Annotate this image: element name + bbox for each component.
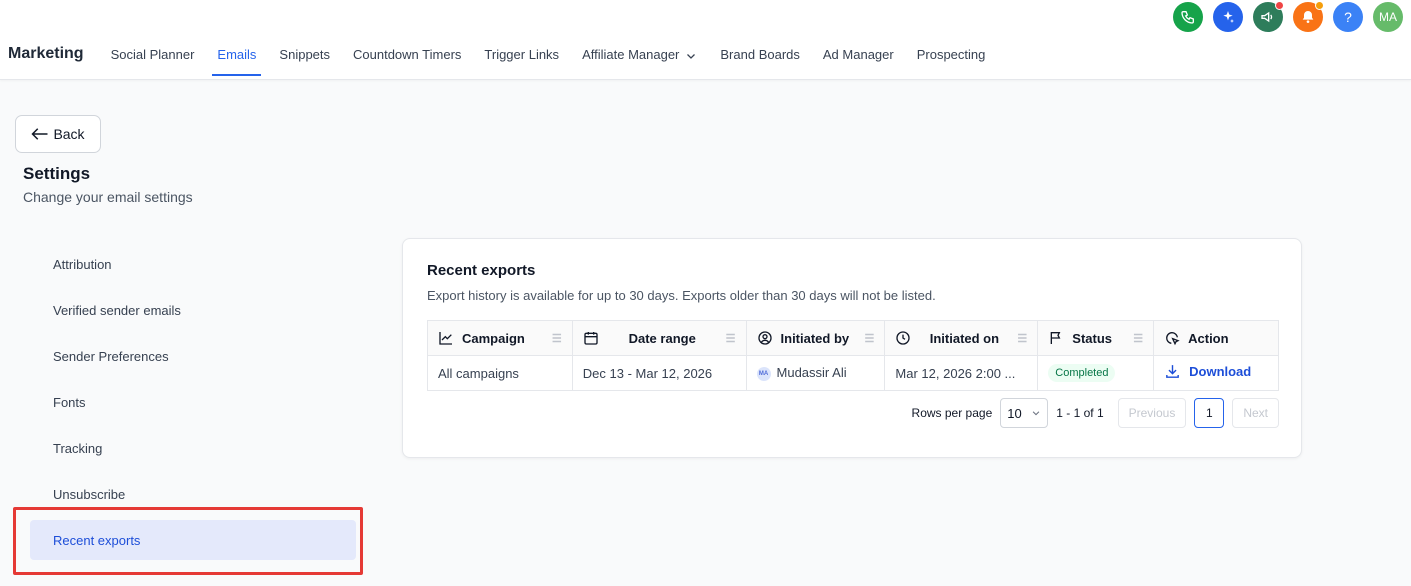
- column-label: Status: [1072, 330, 1113, 346]
- column-header-date-range[interactable]: Date range ☰: [571, 320, 747, 356]
- notification-dot: [1275, 1, 1284, 10]
- nav-item-affiliate-manager[interactable]: Affiliate Manager: [582, 40, 697, 76]
- rows-per-page-label: Rows per page: [911, 406, 993, 420]
- chart-line-icon: [439, 332, 452, 345]
- nav-item-affiliate-manager-label: Affiliate Manager: [582, 47, 680, 62]
- phone-icon[interactable]: [1173, 2, 1203, 32]
- card-title: Recent exports: [427, 262, 536, 279]
- nav-title: Marketing: [8, 45, 84, 62]
- sidebar-item-sender-preferences[interactable]: Sender Preferences: [30, 336, 356, 376]
- status-badge: Completed: [1048, 364, 1116, 382]
- cell-campaign: All campaigns: [427, 355, 573, 391]
- page-title: Settings: [23, 164, 91, 183]
- avatar: MA: [756, 366, 771, 381]
- cursor-click-icon: [1166, 332, 1180, 346]
- sidebar-item-verified-sender-emails[interactable]: Verified sender emails: [30, 290, 356, 330]
- megaphone-icon[interactable]: [1253, 1, 1284, 32]
- nav-item-snippets[interactable]: Snippets: [279, 40, 330, 76]
- sidebar-item-attribution[interactable]: Attribution: [30, 244, 356, 284]
- column-label: Campaign: [462, 330, 525, 346]
- notification-dot: [1315, 1, 1324, 10]
- user-circle-icon: [757, 331, 772, 345]
- column-label: Initiated by: [780, 330, 850, 346]
- initiated-by-name: Mudassir Ali: [776, 365, 847, 381]
- back-button[interactable]: Back: [15, 115, 101, 153]
- rows-per-page-value: 10: [1007, 405, 1022, 421]
- page-number-button[interactable]: 1: [1194, 398, 1225, 428]
- previous-page-button[interactable]: Previous: [1117, 398, 1187, 428]
- cell-date-range: Dec 13 - Mar 12, 2026: [571, 355, 747, 391]
- download-button[interactable]: Download: [1164, 363, 1251, 380]
- nav-item-brand-boards[interactable]: Brand Boards: [720, 40, 800, 76]
- filter-icon[interactable]: ☰: [552, 332, 562, 345]
- cell-initiated-on: Mar 12, 2026 2:00 ...: [884, 355, 1039, 391]
- help-icon-label: ?: [1344, 9, 1352, 25]
- next-page-button[interactable]: Next: [1232, 398, 1279, 428]
- cell-status: Completed: [1037, 355, 1155, 391]
- pagination: Rows per page 10 1 - 1 of 1 Previous 1 N…: [912, 398, 1279, 428]
- avatar[interactable]: MA: [1373, 2, 1403, 32]
- nav-item-emails[interactable]: Emails: [212, 40, 262, 76]
- sidebar-item-tracking[interactable]: Tracking: [30, 428, 356, 468]
- recent-exports-card: Recent exports Export history is availab…: [402, 238, 1302, 458]
- column-header-initiated-by[interactable]: Initiated by ☰: [745, 320, 886, 356]
- column-header-status[interactable]: Status ☰: [1037, 320, 1155, 356]
- main-nav: Marketing Social Planner Emails Snippets…: [8, 40, 1008, 76]
- column-label: Action: [1188, 330, 1229, 346]
- sparkles-icon[interactable]: [1213, 2, 1243, 32]
- sidebar-item-fonts[interactable]: Fonts: [30, 382, 356, 422]
- filter-icon[interactable]: ☰: [1017, 332, 1027, 345]
- column-header-action: Action: [1153, 320, 1279, 356]
- sidebar-item-unsubscribe[interactable]: Unsubscribe: [30, 474, 356, 514]
- column-label: Initiated on: [929, 330, 1000, 346]
- avatar-initials: MA: [1379, 10, 1397, 24]
- column-label: Date range: [628, 330, 696, 346]
- page-range: 1 - 1 of 1: [1056, 406, 1104, 420]
- sidebar-item-recent-exports[interactable]: Recent exports: [30, 520, 356, 560]
- nav-item-ad-manager[interactable]: Ad Manager: [823, 40, 894, 76]
- table-row: All campaigns Dec 13 - Mar 12, 2026 MA Mu…: [427, 355, 1279, 391]
- top-icons: ? MA: [1173, 1, 1403, 32]
- chevron-down-icon: [1032, 411, 1040, 416]
- flag-icon: [1050, 332, 1061, 344]
- download-label: Download: [1189, 364, 1252, 379]
- rows-per-page-select[interactable]: 10: [1000, 398, 1049, 428]
- top-bar: ? MA Marketing Social Planner Emails Sni…: [0, 0, 1411, 80]
- nav-item-trigger-links[interactable]: Trigger Links: [484, 40, 559, 76]
- filter-icon[interactable]: ☰: [726, 332, 736, 345]
- help-icon[interactable]: ?: [1333, 2, 1363, 32]
- calendar-icon: [584, 332, 598, 345]
- exports-table: Campaign ☰ Date range ☰ Initiated by ☰ I…: [427, 320, 1279, 391]
- card-subtitle: Export history is available for up to 30…: [427, 288, 936, 303]
- table-header-row: Campaign ☰ Date range ☰ Initiated by ☰ I…: [427, 320, 1279, 356]
- column-header-campaign[interactable]: Campaign ☰: [427, 320, 573, 356]
- chevron-down-icon: [687, 54, 696, 59]
- back-label: Back: [53, 126, 85, 142]
- nav-item-countdown-timers[interactable]: Countdown Timers: [353, 40, 461, 76]
- cell-action: Download: [1153, 355, 1279, 391]
- clock-icon: [896, 331, 911, 345]
- arrow-left-icon: [31, 128, 48, 140]
- page-subtitle: Change your email settings: [23, 189, 193, 205]
- bell-icon[interactable]: [1293, 1, 1324, 32]
- column-header-initiated-on[interactable]: Initiated on ☰: [884, 320, 1039, 356]
- filter-icon[interactable]: ☰: [1133, 332, 1143, 345]
- nav-item-prospecting[interactable]: Prospecting: [917, 40, 986, 76]
- nav-item-social-planner[interactable]: Social Planner: [111, 40, 195, 76]
- download-icon: [1166, 365, 1179, 378]
- cell-initiated-by: MA Mudassir Ali: [745, 355, 886, 391]
- filter-icon[interactable]: ☰: [865, 332, 875, 345]
